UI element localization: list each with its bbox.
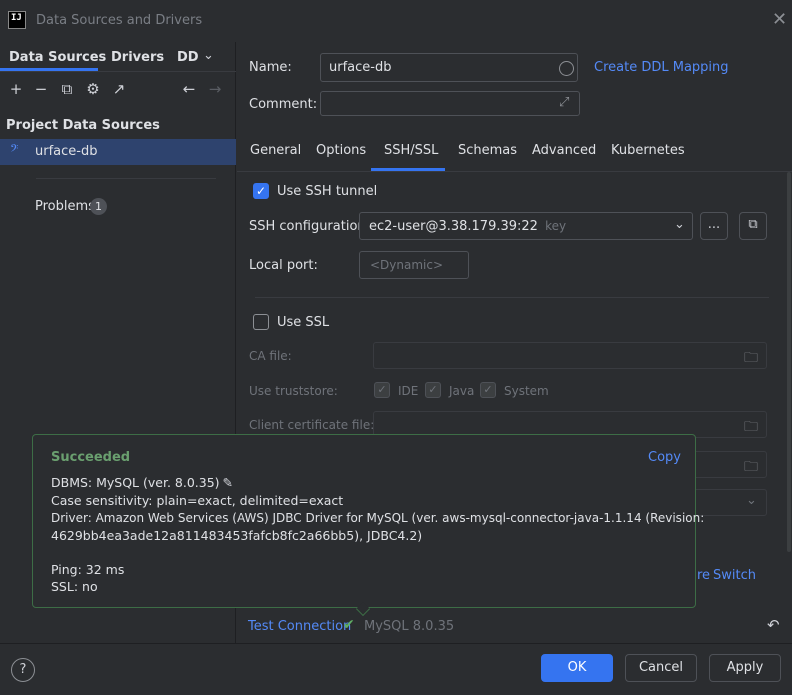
ssh-config-dropdown[interactable]: ec2-user@3.38.179.39:22 key ⌄ (359, 212, 693, 240)
problems-item[interactable]: Problems (35, 199, 95, 214)
data-source-label: urface-db (35, 144, 98, 159)
color-circle-icon[interactable] (559, 61, 574, 76)
tab-kubernetes[interactable]: Kubernetes (611, 143, 685, 158)
open-external-icon[interactable]: ↗ (110, 80, 128, 98)
forward-arrow-icon[interactable]: → (206, 80, 224, 98)
problems-count-badge: 1 (90, 198, 107, 215)
local-port-input[interactable]: <Dynamic> (359, 251, 469, 279)
settings-icon[interactable]: ⚙ (84, 80, 102, 98)
ok-button[interactable]: OK (541, 654, 613, 682)
use-ssh-label: Use SSH tunnel (277, 184, 378, 199)
copy-link[interactable]: Copy (648, 450, 681, 465)
chevron-down-icon: ⌄ (674, 217, 685, 232)
truststore-system-label: System (504, 384, 549, 398)
folder-icon[interactable]: 🗀 (744, 456, 758, 480)
tab-drivers[interactable]: Drivers (111, 50, 164, 65)
mysql-version-label: MySQL 8.0.35 (364, 619, 455, 634)
folder-icon[interactable]: 🗀 (744, 416, 758, 440)
partial-link[interactable]: re (697, 568, 710, 583)
create-ddl-mapping-link[interactable]: Create DDL Mapping (594, 60, 729, 75)
help-button[interactable]: ? (11, 658, 35, 682)
name-value: urface-db (329, 60, 392, 75)
ssh-config-label: SSH configuration: (249, 219, 371, 234)
use-ssl-label: Use SSL (277, 315, 330, 330)
tab-schemas[interactable]: Schemas (458, 143, 517, 158)
status-succeeded: Succeeded (51, 450, 131, 465)
chevron-down-icon[interactable]: ⌄ (203, 48, 214, 63)
more-button[interactable]: ... (700, 212, 728, 240)
add-icon[interactable]: + (7, 80, 25, 98)
expand-icon[interactable]: ⤢ (559, 95, 569, 110)
duplicate-icon[interactable]: ⧉ (58, 80, 76, 98)
use-ssh-checkbox[interactable]: ✓ (253, 183, 269, 199)
close-icon[interactable]: ✕ (772, 11, 788, 29)
truststore-java-label: Java (449, 384, 475, 398)
use-ssl-checkbox[interactable] (253, 314, 269, 330)
truststore-ide-label: IDE (398, 384, 419, 398)
popup-line: Driver: Amazon Web Services (AWS) JDBC D… (51, 511, 705, 525)
divider (255, 297, 769, 298)
divider (0, 71, 236, 72)
scrollbar[interactable] (787, 172, 791, 552)
tab-advanced[interactable]: Advanced (532, 143, 596, 158)
folder-icon[interactable]: 🗀 (744, 347, 758, 371)
copy-config-icon[interactable]: ⧉ (739, 212, 767, 240)
remove-icon[interactable]: − (32, 80, 50, 98)
truststore-system-checkbox[interactable]: ✓ (480, 382, 496, 398)
ssh-key-tag: key (545, 219, 567, 233)
test-connection-link[interactable]: Test Connection (248, 619, 351, 634)
truststore-label: Use truststore: (249, 384, 338, 398)
comment-input[interactable]: ⤢ (320, 91, 580, 116)
ca-file-label: CA file: (249, 349, 292, 363)
switch-link[interactable]: Switch (713, 568, 756, 583)
window-title: Data Sources and Drivers (36, 13, 203, 28)
local-port-placeholder: <Dynamic> (370, 258, 444, 272)
title-bar: IJ Data Sources and Drivers ✕ (0, 0, 792, 42)
ssh-config-value: ec2-user@3.38.179.39:22 key (369, 219, 567, 234)
apply-button[interactable]: Apply (709, 654, 781, 682)
ca-file-input[interactable]: 🗀 (373, 342, 767, 369)
name-label: Name: (249, 60, 292, 75)
data-source-item[interactable]: 𝄢 urface-db (0, 139, 236, 165)
local-port-label: Local port: (249, 258, 318, 273)
truststore-ide-checkbox[interactable]: ✓ (374, 382, 390, 398)
truststore-java-checkbox[interactable]: ✓ (425, 382, 441, 398)
check-icon: ✔ (343, 617, 355, 633)
divider (237, 171, 792, 172)
connection-result-popup: Succeeded Copy DBMS: MySQL (ver. 8.0.35)… (32, 434, 704, 608)
divider (36, 178, 216, 179)
name-input[interactable]: urface-db (320, 53, 578, 82)
tab-general[interactable]: General (250, 143, 301, 158)
cancel-button[interactable]: Cancel (625, 654, 697, 682)
popup-line: Case sensitivity: plain=exact, delimited… (51, 493, 344, 508)
app-logo-icon: IJ (8, 11, 26, 29)
mysql-dolphin-icon: 𝄢 (10, 143, 19, 158)
comment-label: Comment: (249, 97, 318, 112)
tab-ssh-ssl[interactable]: SSH/SSL (384, 143, 438, 158)
back-arrow-icon[interactable]: ← (180, 80, 198, 98)
pencil-icon[interactable]: ✎ (223, 475, 233, 490)
revert-icon[interactable]: ↶ (767, 616, 780, 634)
popup-line: DBMS: MySQL (ver. 8.0.35) ✎ (51, 475, 234, 490)
project-data-sources-heading: Project Data Sources (6, 118, 160, 133)
popup-line: 4629bb4ea3ade12a811483453fafcb8fc2a66bb5… (51, 528, 423, 543)
tab-data-sources[interactable]: Data Sources (9, 50, 106, 65)
client-cert-label: Client certificate file: (249, 418, 375, 432)
tab-options[interactable]: Options (316, 143, 366, 158)
footer: ? OK Cancel Apply (0, 643, 792, 695)
tab-ddl[interactable]: DD (177, 50, 199, 65)
popup-line: SSL: no (51, 579, 98, 594)
popup-line: Ping: 32 ms (51, 562, 125, 577)
chevron-down-icon: ⌄ (746, 493, 757, 508)
